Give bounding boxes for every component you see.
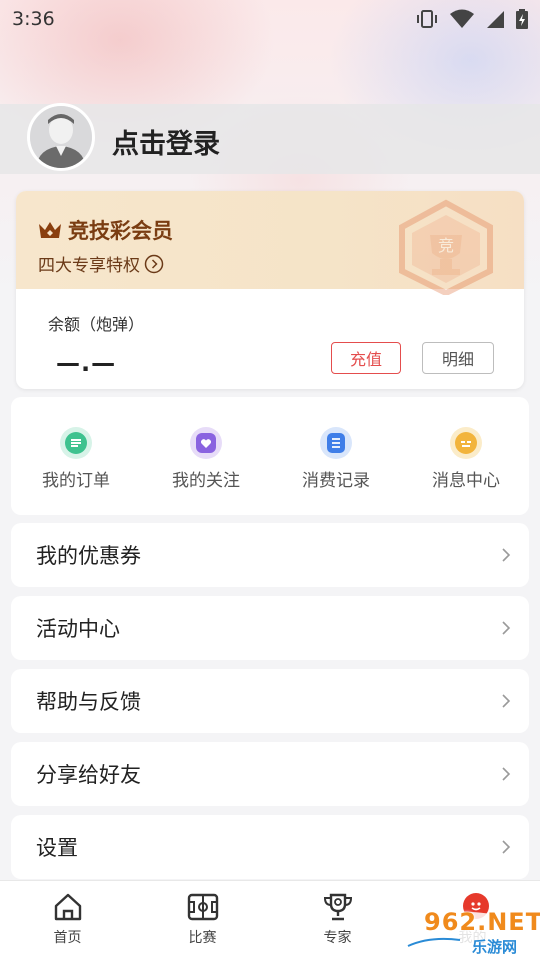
menu-coupons[interactable]: 我的优惠券 [11, 523, 529, 587]
menu-settings[interactable]: 设置 [11, 815, 529, 879]
nav-label: 首页 [53, 930, 82, 946]
quick-action-label: 我的订单 [42, 471, 110, 491]
watermark-text: 962.NET [424, 908, 540, 936]
match-icon [187, 893, 218, 921]
recharge-button[interactable]: 充值 [331, 342, 401, 374]
watermark-subtext: 乐游网 [472, 938, 518, 956]
chevron-right-icon [502, 767, 511, 781]
default-avatar-icon [30, 106, 92, 168]
home-icon [54, 893, 81, 921]
balance-label: 余额（炮弹） [48, 315, 145, 334]
status-time: 3:36 [12, 8, 55, 30]
vip-badge-icon: 竞 [399, 199, 493, 295]
quick-action-orders[interactable]: 我的订单 [11, 427, 141, 491]
quick-action-messages[interactable]: 消息中心 [401, 427, 531, 491]
menu-label: 活动中心 [36, 617, 120, 641]
follow-icon [190, 427, 222, 459]
balance-value: —.— [56, 349, 117, 377]
chevron-right-icon [502, 840, 511, 854]
menu-label: 帮助与反馈 [36, 690, 141, 714]
login-button[interactable]: 点击登录 [112, 122, 220, 161]
quick-action-label: 消费记录 [302, 471, 370, 491]
menu-help-feedback[interactable]: 帮助与反馈 [11, 669, 529, 733]
message-icon [450, 427, 482, 459]
chevron-right-icon [502, 694, 511, 708]
vip-badge-text: 竞 [438, 236, 454, 255]
trophy-icon [323, 893, 352, 921]
nav-home[interactable]: 首页 [0, 881, 135, 961]
vip-title-text: 竞技彩会员 [68, 219, 173, 243]
signal-icon [487, 11, 504, 28]
menu-label: 分享给好友 [36, 763, 141, 787]
nav-expert[interactable]: 专家 [270, 881, 405, 961]
menu-label: 设置 [36, 836, 78, 860]
vip-banner[interactable]: 竞技彩会员 四大专享特权 竞 [16, 191, 524, 295]
quick-action-label: 我的关注 [172, 471, 240, 491]
chevron-right-circle-icon [144, 254, 164, 273]
menu-label: 我的优惠券 [36, 544, 141, 568]
vip-title: 竞技彩会员 [38, 215, 173, 245]
quick-action-records[interactable]: 消费记录 [271, 427, 401, 491]
vibrate-icon [417, 10, 437, 28]
nav-match[interactable]: 比赛 [135, 881, 270, 961]
detail-button[interactable]: 明细 [422, 342, 494, 374]
menu-share[interactable]: 分享给好友 [11, 742, 529, 806]
chevron-right-icon [502, 621, 511, 635]
records-icon [320, 427, 352, 459]
vip-subtitle: 四大专享特权 [38, 256, 140, 276]
nav-label: 专家 [323, 930, 352, 946]
quick-action-label: 消息中心 [432, 471, 500, 491]
battery-icon [516, 9, 528, 29]
quick-actions: 我的订单 我的关注 消费记录 消息中心 [11, 397, 529, 515]
chevron-right-icon [502, 548, 511, 562]
wifi-icon [450, 9, 474, 28]
nav-label: 比赛 [188, 930, 217, 946]
vip-card: 竞技彩会员 四大专享特权 竞 余额（炮弹） —.— 充值 明细 [16, 191, 524, 389]
quick-action-follow[interactable]: 我的关注 [141, 427, 271, 491]
status-bar: 3:36 [0, 0, 540, 38]
orders-icon [60, 427, 92, 459]
crown-icon [39, 222, 61, 238]
menu-activity-center[interactable]: 活动中心 [11, 596, 529, 660]
status-icons [416, 9, 528, 29]
avatar[interactable] [27, 103, 95, 171]
vip-privileges-link[interactable]: 四大专享特权 [38, 251, 164, 276]
